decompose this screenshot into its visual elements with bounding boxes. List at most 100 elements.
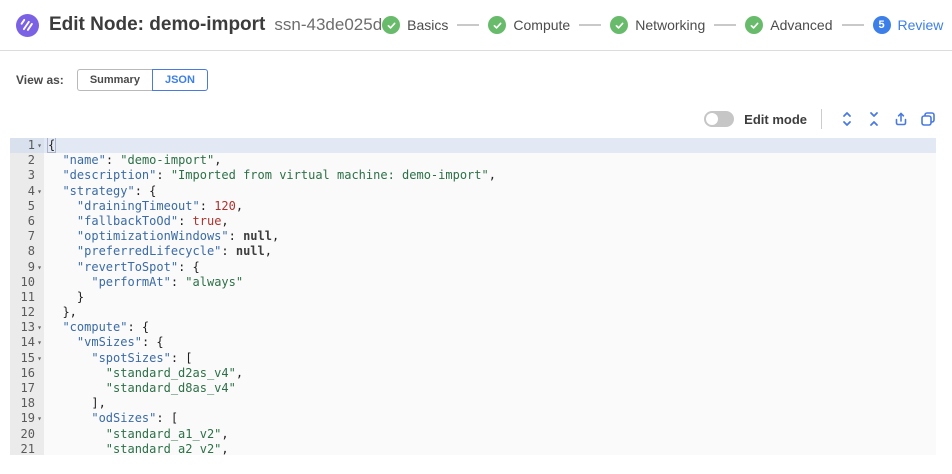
line-number: 11 — [10, 290, 35, 305]
gutter-cell: 5 — [10, 199, 44, 214]
code-text: "vmSizes": { — [44, 335, 936, 350]
step-label: Review — [898, 17, 944, 33]
step-connector — [842, 24, 864, 26]
fold-spacer — [35, 366, 44, 381]
step-connector — [579, 24, 601, 26]
fold-spacer — [35, 427, 44, 442]
code-text: "spotSizes": [ — [44, 351, 936, 366]
text-cursor — [55, 139, 56, 151]
code-line[interactable]: 6 "fallbackToOd": true, — [10, 214, 936, 229]
code-line[interactable]: 3 "description": "Imported from virtual … — [10, 168, 936, 183]
expand-all-icon[interactable] — [839, 111, 855, 127]
gutter-cell: 10 — [10, 275, 44, 290]
code-line[interactable]: 5 "drainingTimeout": 120, — [10, 199, 936, 214]
fold-spacer — [35, 153, 44, 168]
current-step-number: 5 — [873, 16, 891, 34]
view-as-toggle-group: SummaryJSON — [77, 69, 208, 91]
fold-spacer — [35, 275, 44, 290]
fold-toggle-icon[interactable]: ▾ — [35, 351, 44, 366]
code-line[interactable]: 4▾ "strategy": { — [10, 184, 936, 199]
code-line[interactable]: 12 }, — [10, 305, 936, 320]
line-number: 9 — [10, 260, 35, 275]
code-text: "strategy": { — [44, 184, 936, 199]
collapse-all-icon[interactable] — [866, 111, 882, 127]
gutter-cell: 15▾ — [10, 351, 44, 366]
code-text: } — [44, 290, 936, 305]
code-line[interactable]: 9▾ "revertToSpot": { — [10, 260, 936, 275]
gutter-cell: 14▾ — [10, 335, 44, 350]
fold-toggle-icon[interactable]: ▾ — [35, 138, 44, 153]
export-icon[interactable] — [893, 111, 909, 127]
code-line[interactable]: 17 "standard_d8as_v4" — [10, 381, 936, 396]
fold-toggle-icon[interactable]: ▾ — [35, 335, 44, 350]
step-label: Advanced — [770, 17, 832, 33]
line-number: 6 — [10, 214, 35, 229]
code-line[interactable]: 21 "standard_a2_v2", — [10, 442, 936, 455]
gutter-cell: 9▾ — [10, 260, 44, 275]
view-as-label: View as: — [16, 73, 64, 87]
fold-toggle-icon[interactable]: ▾ — [35, 320, 44, 335]
code-text: "odSizes": [ — [44, 411, 936, 426]
gutter-cell: 11 — [10, 290, 44, 305]
code-text: "standard_a2_v2", — [44, 442, 936, 455]
code-line[interactable]: 14▾ "vmSizes": { — [10, 335, 936, 350]
code-text: { — [44, 138, 936, 153]
code-text: "standard_a1_v2", — [44, 427, 936, 442]
gutter-cell: 19▾ — [10, 411, 44, 426]
fold-toggle-icon[interactable]: ▾ — [35, 260, 44, 275]
line-number: 3 — [10, 168, 35, 183]
code-line[interactable]: 20 "standard_a1_v2", — [10, 427, 936, 442]
line-number: 14 — [10, 335, 35, 350]
code-text: "fallbackToOd": true, — [44, 214, 936, 229]
code-line[interactable]: 15▾ "spotSizes": [ — [10, 351, 936, 366]
fold-toggle-icon[interactable]: ▾ — [35, 184, 44, 199]
fold-spacer — [35, 396, 44, 411]
code-line[interactable]: 2 "name": "demo-import", — [10, 153, 936, 168]
check-icon — [610, 16, 628, 34]
code-line[interactable]: 16 "standard_d2as_v4", — [10, 366, 936, 381]
toolbar-divider — [821, 109, 822, 129]
code-line[interactable]: 18 ], — [10, 396, 936, 411]
step-basics[interactable]: Basics — [382, 16, 448, 34]
gutter-cell: 17 — [10, 381, 44, 396]
step-review[interactable]: 5 Review — [873, 16, 944, 34]
code-line[interactable]: 19▾ "odSizes": [ — [10, 411, 936, 426]
code-text: "revertToSpot": { — [44, 260, 936, 275]
step-advanced[interactable]: Advanced — [745, 16, 832, 34]
fold-spacer — [35, 199, 44, 214]
code-text: ], — [44, 396, 936, 411]
page-header: Edit Node: demo-import ssn-43de025d Basi… — [0, 0, 952, 51]
step-compute[interactable]: Compute — [488, 16, 570, 34]
step-connector — [457, 24, 479, 26]
line-number: 16 — [10, 366, 35, 381]
view-as-summary-button[interactable]: Summary — [77, 69, 152, 91]
view-as-json-button[interactable]: JSON — [152, 69, 208, 91]
fold-spacer — [35, 244, 44, 259]
check-icon — [745, 16, 763, 34]
copy-icon[interactable] — [920, 111, 936, 127]
code-line[interactable]: 11 } — [10, 290, 936, 305]
step-label: Basics — [407, 17, 448, 33]
fold-toggle-icon[interactable]: ▾ — [35, 411, 44, 426]
line-number: 18 — [10, 396, 35, 411]
code-line[interactable]: 7 "optimizationWindows": null, — [10, 229, 936, 244]
code-text: "drainingTimeout": 120, — [44, 199, 936, 214]
json-editor[interactable]: 1▾{2 "name": "demo-import",3 "descriptio… — [10, 138, 936, 455]
code-line[interactable]: 8 "preferredLifecycle": null, — [10, 244, 936, 259]
fold-spacer — [35, 305, 44, 320]
gutter-cell: 3 — [10, 168, 44, 183]
code-text: "standard_d8as_v4" — [44, 381, 936, 396]
check-icon — [488, 16, 506, 34]
check-icon — [382, 16, 400, 34]
fold-spacer — [35, 442, 44, 455]
code-line[interactable]: 10 "performAt": "always" — [10, 275, 936, 290]
step-networking[interactable]: Networking — [610, 16, 705, 34]
spot-logo-icon — [16, 14, 39, 37]
stepper: Basics Compute Networking Advanced 5 Review — [382, 16, 943, 34]
gutter-cell: 20 — [10, 427, 44, 442]
fold-spacer — [35, 381, 44, 396]
code-line[interactable]: 13▾ "compute": { — [10, 320, 936, 335]
edit-mode-toggle[interactable] — [704, 111, 734, 127]
code-line[interactable]: 1▾{ — [10, 138, 936, 153]
gutter-cell: 12 — [10, 305, 44, 320]
